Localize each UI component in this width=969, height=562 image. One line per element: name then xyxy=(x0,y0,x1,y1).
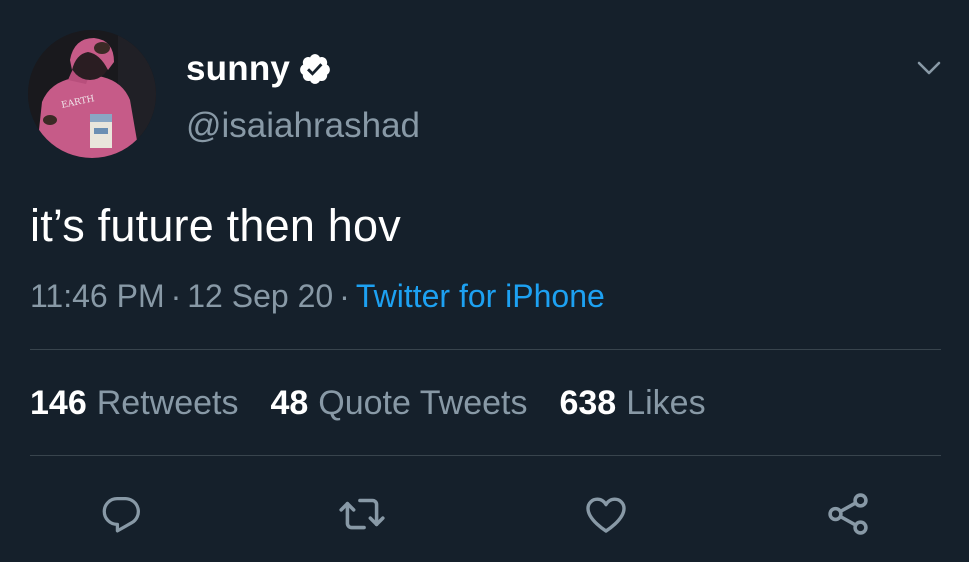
divider xyxy=(30,455,941,456)
meta-separator: · xyxy=(170,278,182,314)
retweets-count: 146 xyxy=(30,384,87,422)
likes-label: Likes xyxy=(626,384,706,422)
like-icon xyxy=(586,497,626,533)
tweet-time[interactable]: 11:46 PM xyxy=(30,278,165,314)
retweet-icon xyxy=(339,498,385,530)
retweets-stat[interactable]: 146 Retweets xyxy=(30,384,238,423)
like-button[interactable] xyxy=(578,486,634,542)
reply-button[interactable] xyxy=(94,486,150,542)
avatar[interactable]: EARTH xyxy=(28,30,156,158)
share-icon xyxy=(828,493,868,535)
tweet-card: EARTH sunny @isaiahrashad it’s future th… xyxy=(0,0,969,562)
quote-tweets-count: 48 xyxy=(270,384,309,422)
quote-tweets-label: Quote Tweets xyxy=(318,384,528,422)
likes-stat[interactable]: 638 Likes xyxy=(559,384,705,423)
verified-badge-icon xyxy=(298,52,332,86)
retweets-label: Retweets xyxy=(96,384,239,422)
tweet-stats: 146 Retweets 48 Quote Tweets 638 Likes xyxy=(30,384,738,423)
tweet-date[interactable]: 12 Sep 20 xyxy=(187,278,333,314)
reply-icon xyxy=(102,497,140,533)
tweet-source-link[interactable]: Twitter for iPhone xyxy=(356,278,605,314)
likes-count: 638 xyxy=(559,384,617,422)
tweet-text: it’s future then hov xyxy=(30,200,401,251)
chevron-down-icon[interactable] xyxy=(914,53,944,83)
action-bar xyxy=(0,486,969,542)
author-handle[interactable]: @isaiahrashad xyxy=(186,106,420,146)
quote-tweets-stat[interactable]: 48 Quote Tweets xyxy=(270,384,527,423)
share-button[interactable] xyxy=(820,486,876,542)
divider xyxy=(30,349,941,350)
author-name-row[interactable]: sunny xyxy=(186,46,332,92)
display-name[interactable]: sunny xyxy=(186,49,290,89)
meta-separator: · xyxy=(339,278,350,314)
tweet-meta: 11:46 PM · 12 Sep 20 · Twitter for iPhone xyxy=(30,278,605,315)
retweet-button[interactable] xyxy=(334,486,390,542)
avatar-image: EARTH xyxy=(28,30,156,158)
